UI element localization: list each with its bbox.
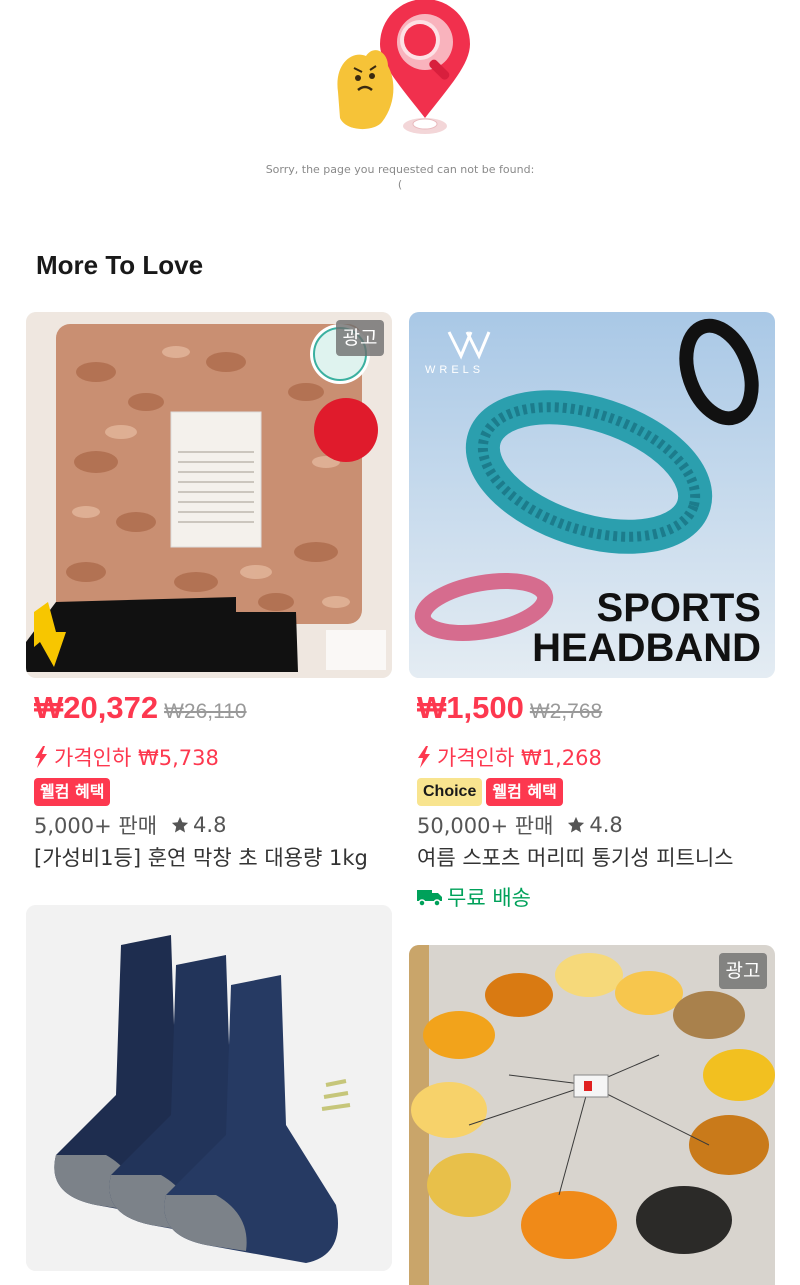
tags: 웰컴 혜택	[34, 778, 111, 806]
choice-tag: Choice	[417, 778, 483, 806]
shipping-text: 무료 배송	[447, 886, 531, 910]
product-image[interactable]: 광고	[26, 312, 392, 678]
price-drop-text: 가격인하 ₩5,738	[54, 746, 219, 770]
sold-count: 5,000+ 판매	[34, 814, 158, 838]
product-image[interactable]: SPORTS HEADBAND WRELS	[409, 312, 775, 678]
product-title[interactable]: 여름 스포츠 머리띠 통기성 피트니스	[417, 842, 767, 872]
star-icon	[171, 816, 189, 833]
sale-price: ₩1,500	[417, 690, 524, 725]
original-price: ₩26,110	[164, 700, 247, 723]
ad-badge: 광고	[719, 953, 767, 989]
rating: 4.8	[589, 813, 623, 837]
price-drop-icon	[418, 746, 430, 768]
sales-rating-row: 5,000+ 판매 4.8	[34, 810, 226, 840]
product-title[interactable]: [가성비1등] 훈연 막창 초 대용량 1kg	[34, 842, 384, 872]
pork-tripe-image-icon	[26, 312, 392, 678]
socks-image-icon	[26, 905, 392, 1271]
price-drop-row: 가격인하 ₩5,738	[34, 742, 219, 772]
more-to-love-title: More To Love	[36, 250, 204, 280]
star-icon	[568, 816, 585, 833]
not-found-message: Sorry, the page you requested can not be…	[265, 163, 535, 176]
product-card[interactable]	[26, 905, 392, 1271]
not-found-detail: (	[397, 178, 403, 191]
rating: 4.8	[193, 813, 227, 837]
price-drop-text: 가격인하 ₩1,268	[437, 746, 602, 770]
product-image[interactable]: 광고	[409, 945, 775, 1285]
welcome-benefit-tag: 웰컴 혜택	[34, 778, 111, 806]
price-drop-icon	[35, 746, 47, 768]
sold-count: 50,000+ 판매	[417, 814, 554, 838]
price-drop-row: 가격인하 ₩1,268	[417, 742, 602, 772]
original-price: ₩2,768	[529, 700, 603, 723]
not-found-section: Sorry, the page you requested can not be…	[0, 0, 800, 200]
sales-rating-row: 50,000+ 판매 4.8	[417, 810, 623, 840]
lamps-image-icon	[409, 945, 775, 1285]
price-row: ₩20,372 ₩26,110	[34, 690, 247, 726]
sale-price: ₩20,372	[34, 690, 159, 725]
headline-line-1: SPORTS	[596, 586, 761, 630]
headband-image-headline: SPORTS HEADBAND	[532, 588, 761, 668]
headline-line-2: HEADBAND	[532, 626, 761, 670]
product-card[interactable]: SPORTS HEADBAND WRELS ₩1,500 ₩2,768 가격인하 …	[409, 312, 775, 912]
brand-text: WRELS	[425, 364, 485, 376]
ad-badge: 광고	[336, 320, 384, 356]
tags: Choice 웰컴 혜택	[417, 778, 563, 806]
truck-icon	[417, 890, 442, 907]
free-shipping-row: 무료 배송	[417, 882, 531, 912]
product-card[interactable]: 광고	[409, 945, 775, 1285]
not-found-illustration-icon	[337, 0, 470, 134]
welcome-benefit-tag: 웰컴 혜택	[486, 778, 563, 806]
product-image[interactable]	[26, 905, 392, 1271]
price-row: ₩1,500 ₩2,768	[417, 690, 602, 726]
product-card[interactable]: 광고 ₩20,372 ₩26,110 가격인하 ₩5,738 웰컴 혜택 5,00…	[26, 312, 392, 872]
